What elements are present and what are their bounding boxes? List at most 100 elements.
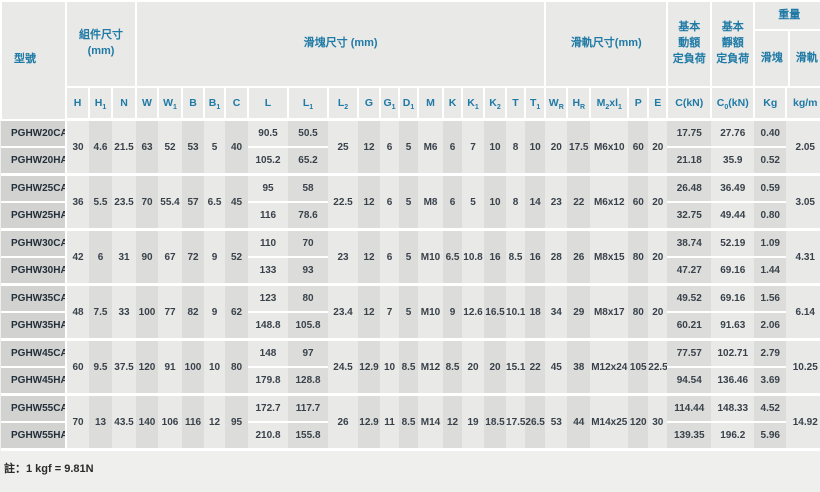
- cell-B1: 9: [204, 285, 225, 340]
- cell-N: 33: [112, 285, 136, 340]
- cell-C: 40: [225, 120, 248, 175]
- cell-L2: 23.4: [328, 285, 358, 340]
- cell-E: 22.5: [648, 340, 667, 395]
- cell-H: 36: [66, 175, 89, 230]
- col-header-L: L: [248, 87, 288, 120]
- cell-H1: 4.6: [89, 120, 112, 175]
- spec-row: PGHW35CA487.53310077829621238023.41275M1…: [1, 285, 820, 313]
- col-header-G: G: [358, 87, 380, 120]
- cell-C0kN: 35.9: [711, 147, 754, 175]
- cell-G1: 11: [380, 395, 399, 450]
- cell-D1: 5: [399, 285, 418, 340]
- cell-HR: 26: [567, 230, 590, 285]
- cell-L1: 58: [288, 175, 328, 203]
- cell-L2: 25: [328, 120, 358, 175]
- col-header-B: B: [182, 87, 204, 120]
- cell-L1: 70: [288, 230, 328, 258]
- cell-C0kN: 69.16: [711, 257, 754, 285]
- spec-row: PGHW30CA4263190677295211070231265M106.51…: [1, 230, 820, 258]
- col-header-G1: G1: [380, 87, 399, 120]
- cell-K1: 10.8: [462, 230, 484, 285]
- cell-P: 80: [628, 230, 648, 285]
- cell-CkN: 17.75: [667, 120, 711, 148]
- model-cell: PGHW30CA: [1, 230, 66, 258]
- spec-row: PGHW45CA609.537.51209110010801489724.512…: [1, 340, 820, 368]
- cell-K1: 19: [462, 395, 484, 450]
- header-symbol-row: HH1NWW1BB1CLL1L2GG1D1MKK1K2TT1WRHRM2xl1P…: [1, 87, 820, 120]
- cell-T: 8: [506, 175, 525, 230]
- cell-HR: 22: [567, 175, 590, 230]
- cell-T1: 22: [525, 340, 545, 395]
- col-header-E: E: [648, 87, 667, 120]
- cell-L1: 117.7: [288, 395, 328, 423]
- cell-W: 70: [136, 175, 158, 230]
- footnote: 註：1 kgf = 9.81N: [0, 451, 820, 476]
- cell-WR: 28: [545, 230, 567, 285]
- weight-sub-label-0: 滑塊: [755, 31, 788, 86]
- cell-W1: 106: [158, 395, 182, 450]
- cell-K2: 16.5: [484, 285, 506, 340]
- cell-H1: 5.5: [89, 175, 112, 230]
- cell-CkN: 21.18: [667, 147, 711, 175]
- cell-Mxl: M8x17: [590, 285, 628, 340]
- model-cell: PGHW55CA: [1, 395, 66, 423]
- cell-P: 60: [628, 120, 648, 175]
- cell-G1: 6: [380, 175, 399, 230]
- cell-T1: 16: [525, 230, 545, 285]
- model-cell: PGHW35HA: [1, 312, 66, 340]
- cell-CkN: 49.52: [667, 285, 711, 313]
- spec-row: PGHW55CA701343.51401061161295172.7117.72…: [1, 395, 820, 423]
- col-header-C: C: [225, 87, 248, 120]
- model-cell: PGHW45CA: [1, 340, 66, 368]
- cell-L: 172.7: [248, 395, 288, 423]
- cell-kgm: 3.05: [786, 175, 820, 230]
- cell-K1: 5: [462, 175, 484, 230]
- cell-C0kN: 36.49: [711, 175, 754, 203]
- cell-E: 20: [648, 230, 667, 285]
- cell-K2: 20: [484, 340, 506, 395]
- cell-N: 31: [112, 230, 136, 285]
- cell-C0kN: 148.33: [711, 395, 754, 423]
- cell-K: 6: [443, 120, 462, 175]
- header-group-row: 型號組件尺寸 (mm)滑塊尺寸 (mm)滑軌尺寸(mm)基本 動額 定負荷基本 …: [1, 1, 820, 87]
- col-header-D1: D1: [399, 87, 418, 120]
- cell-L: 123: [248, 285, 288, 313]
- cell-C0kN: 69.16: [711, 285, 754, 313]
- cell-CkN: 32.75: [667, 202, 711, 230]
- cell-Kg: 2.06: [754, 312, 786, 340]
- cell-kgm: 4.31: [786, 230, 820, 285]
- cell-L: 95: [248, 175, 288, 203]
- cell-H1: 6: [89, 230, 112, 285]
- weight-sub-row: 滑塊滑軌: [755, 31, 820, 86]
- cell-G1: 7: [380, 285, 399, 340]
- cell-K: 12: [443, 395, 462, 450]
- cell-L: 133: [248, 257, 288, 285]
- col-header-B1: B1: [204, 87, 225, 120]
- col-header-H: H: [66, 87, 89, 120]
- cell-L: 105.2: [248, 147, 288, 175]
- spec-row: PGHW20CA304.621.563525354090.550.5251265…: [1, 120, 820, 148]
- cell-C0kN: 27.76: [711, 120, 754, 148]
- cell-HR: 44: [567, 395, 590, 450]
- cell-B1: 5: [204, 120, 225, 175]
- weight-sub-label-1: 滑軌: [788, 31, 820, 86]
- table-body: PGHW20CA304.621.563525354090.550.5251265…: [1, 120, 820, 450]
- cell-L: 148.8: [248, 312, 288, 340]
- cell-K2: 10: [484, 120, 506, 175]
- model-cell: PGHW20CA: [1, 120, 66, 148]
- cell-WR: 23: [545, 175, 567, 230]
- cell-CkN: 60.21: [667, 312, 711, 340]
- cell-CkN: 47.27: [667, 257, 711, 285]
- cell-HR: 29: [567, 285, 590, 340]
- cell-K1: 7: [462, 120, 484, 175]
- col-header-K2: K2: [484, 87, 506, 120]
- cell-G: 12: [358, 175, 380, 230]
- col-header-K1: K1: [462, 87, 484, 120]
- cell-Kg: 0.40: [754, 120, 786, 148]
- cell-L2: 24.5: [328, 340, 358, 395]
- col-header-CkN: C(kN): [667, 87, 711, 120]
- cell-W1: 55.4: [158, 175, 182, 230]
- cell-D1: 5: [399, 230, 418, 285]
- cell-Kg: 0.80: [754, 202, 786, 230]
- weight-title: 重量: [755, 2, 820, 31]
